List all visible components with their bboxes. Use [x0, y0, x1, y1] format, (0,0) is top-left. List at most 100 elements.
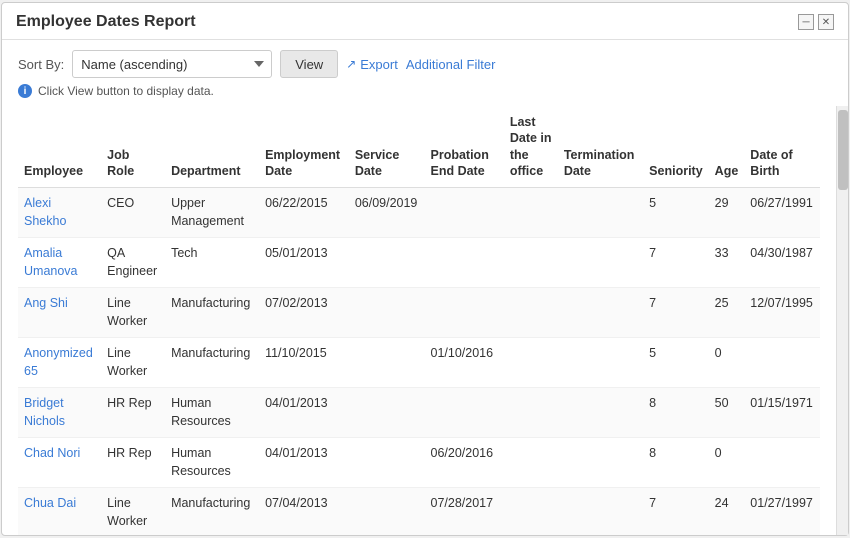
col-date-of-birth: Date of Birth: [744, 106, 820, 188]
export-link[interactable]: ↗ Export: [346, 57, 398, 72]
date-of-birth-cell: 01/27/1997: [744, 488, 820, 536]
age-cell: 25: [709, 288, 745, 338]
col-service-date: Service Date: [349, 106, 425, 188]
job-role-cell: HR Rep: [101, 438, 165, 488]
service-date-cell: [349, 338, 425, 388]
termination-date-cell: [558, 438, 643, 488]
col-employee: Employee: [18, 106, 101, 188]
employment-date-cell: 04/01/2013: [259, 388, 349, 438]
employment-date-cell: 06/22/2015: [259, 188, 349, 238]
employee-link[interactable]: Amalia Umanova: [24, 246, 78, 278]
probation-end-date-cell: 01/10/2016: [425, 338, 504, 388]
col-last-date: Last Date in the office: [504, 106, 558, 188]
department-cell: Manufacturing: [165, 338, 259, 388]
hint-icon: i: [18, 84, 32, 98]
termination-date-cell: [558, 238, 643, 288]
scrollbar-track[interactable]: [836, 106, 848, 535]
department-cell: Manufacturing: [165, 488, 259, 536]
sort-by-label: Sort By:: [18, 57, 64, 72]
job-role-cell: Line Worker: [101, 288, 165, 338]
employment-date-cell: 05/01/2013: [259, 238, 349, 288]
date-of-birth-cell: [744, 338, 820, 388]
employment-date-cell: 07/02/2013: [259, 288, 349, 338]
date-of-birth-cell: 04/30/1987: [744, 238, 820, 288]
table-row: Anonymized 65Line WorkerManufacturing11/…: [18, 338, 820, 388]
probation-end-date-cell: 07/28/2017: [425, 488, 504, 536]
termination-date-cell: [558, 388, 643, 438]
service-date-cell: [349, 488, 425, 536]
age-cell: 24: [709, 488, 745, 536]
col-probation-end-date: Probation End Date: [425, 106, 504, 188]
col-employment-date: Employment Date: [259, 106, 349, 188]
service-date-cell: [349, 238, 425, 288]
window-title: Employee Dates Report: [16, 13, 196, 31]
table-row: Chad NoriHR RepHuman Resources04/01/2013…: [18, 438, 820, 488]
probation-end-date-cell: [425, 388, 504, 438]
service-date-cell: [349, 288, 425, 338]
employee-cell: Bridget Nichols: [18, 388, 101, 438]
hint-bar: i Click View button to display data.: [2, 84, 848, 106]
seniority-cell: 7: [643, 238, 709, 288]
col-seniority: Seniority: [643, 106, 709, 188]
scrollbar-thumb[interactable]: [838, 110, 848, 190]
employee-cell: Amalia Umanova: [18, 238, 101, 288]
last-date-cell: [504, 188, 558, 238]
employment-date-cell: 07/04/2013: [259, 488, 349, 536]
employee-cell: Chad Nori: [18, 438, 101, 488]
last-date-cell: [504, 338, 558, 388]
export-icon: ↗: [346, 57, 356, 71]
close-button[interactable]: ✕: [818, 14, 834, 30]
job-role-cell: HR Rep: [101, 388, 165, 438]
job-role-cell: CEO: [101, 188, 165, 238]
date-of-birth-cell: 12/07/1995: [744, 288, 820, 338]
col-age: Age: [709, 106, 745, 188]
job-role-cell: Line Worker: [101, 488, 165, 536]
table-header-row: Employee Job Role Department Employment …: [18, 106, 820, 188]
probation-end-date-cell: [425, 188, 504, 238]
employee-link[interactable]: Anonymized 65: [24, 346, 93, 378]
service-date-cell: 06/09/2019: [349, 188, 425, 238]
department-cell: Tech: [165, 238, 259, 288]
employee-cell: Chua Dai: [18, 488, 101, 536]
termination-date-cell: [558, 338, 643, 388]
sort-select[interactable]: Name (ascending)Name (descending)Employm…: [72, 50, 272, 78]
employee-link[interactable]: Ang Shi: [24, 296, 68, 310]
age-cell: 0: [709, 438, 745, 488]
age-cell: 33: [709, 238, 745, 288]
termination-date-cell: [558, 188, 643, 238]
termination-date-cell: [558, 288, 643, 338]
minimize-button[interactable]: ─: [798, 14, 814, 30]
employee-link[interactable]: Alexi Shekho: [24, 196, 66, 228]
last-date-cell: [504, 388, 558, 438]
seniority-cell: 7: [643, 488, 709, 536]
seniority-cell: 8: [643, 388, 709, 438]
table-row: Bridget Nichols HR RepHuman Resources04/0…: [18, 388, 820, 438]
col-job-role: Job Role: [101, 106, 165, 188]
employee-link[interactable]: Chad Nori: [24, 446, 80, 460]
employee-link[interactable]: Bridget Nichols: [24, 396, 65, 428]
department-cell: Upper Management: [165, 188, 259, 238]
department-cell: Manufacturing: [165, 288, 259, 338]
col-termination-date: Termination Date: [558, 106, 643, 188]
seniority-cell: 5: [643, 188, 709, 238]
content-area: Employee Job Role Department Employment …: [2, 106, 848, 535]
service-date-cell: [349, 438, 425, 488]
window-controls: ─ ✕: [798, 14, 834, 30]
date-of-birth-cell: 06/27/1991: [744, 188, 820, 238]
toolbar: Sort By: Name (ascending)Name (descendin…: [2, 40, 848, 84]
view-button[interactable]: View: [280, 50, 338, 78]
employee-link[interactable]: Chua Dai: [24, 496, 76, 510]
seniority-cell: 7: [643, 288, 709, 338]
employee-cell: Ang Shi: [18, 288, 101, 338]
additional-filter-link[interactable]: Additional Filter: [406, 57, 496, 72]
table-row: Alexi Shekho CEOUpper Management06/22/201…: [18, 188, 820, 238]
employee-cell: Anonymized 65: [18, 338, 101, 388]
service-date-cell: [349, 388, 425, 438]
department-cell: Human Resources: [165, 388, 259, 438]
table-row: Ang Shi Line WorkerManufacturing07/02/201…: [18, 288, 820, 338]
termination-date-cell: [558, 488, 643, 536]
hint-text: Click View button to display data.: [38, 84, 214, 98]
table-wrapper[interactable]: Employee Job Role Department Employment …: [2, 106, 836, 535]
main-window: Employee Dates Report ─ ✕ Sort By: Name …: [1, 2, 849, 536]
title-bar: Employee Dates Report ─ ✕: [2, 3, 848, 40]
